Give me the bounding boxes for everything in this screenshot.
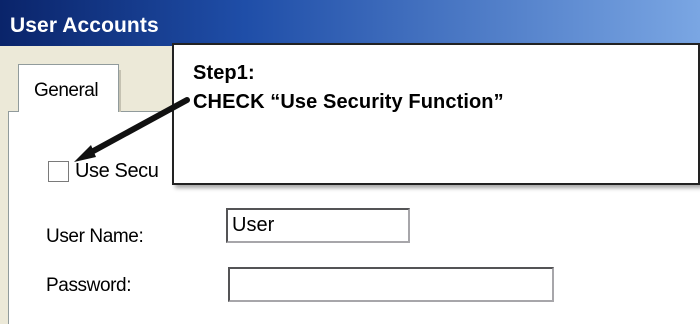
use-security-checkbox[interactable] [48, 161, 69, 182]
window-title: User Accounts [10, 14, 159, 37]
window-titlebar: User Accounts [0, 0, 700, 46]
password-label: Password: [46, 275, 132, 296]
tab-general[interactable]: General [18, 64, 121, 112]
callout-title: Step1: [193, 62, 255, 84]
use-security-label: Use Secu [75, 160, 159, 182]
instruction-callout: Step1: CHECK “Use Security Function” [172, 43, 700, 185]
password-input[interactable] [228, 267, 554, 302]
tab-general-label: General [34, 80, 99, 101]
user-name-input[interactable] [226, 208, 410, 243]
user-name-label: User Name: [46, 226, 144, 247]
callout-body: CHECK “Use Security Function” [193, 91, 504, 113]
user-accounts-window: User Accounts General Use Secu User Name… [0, 0, 700, 324]
